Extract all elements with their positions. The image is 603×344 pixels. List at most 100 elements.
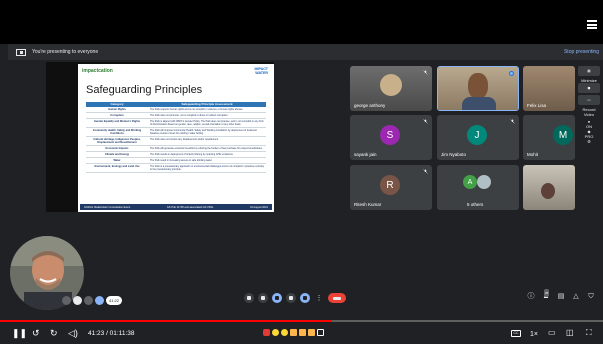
thumbs-up-emoji-icon[interactable]: [299, 329, 306, 336]
theater-icon[interactable]: ◫: [566, 328, 574, 338]
reactions-bar: [263, 329, 324, 336]
forward-icon[interactable]: ↻: [50, 328, 58, 338]
participant-tile-jim-nyaboto[interactable]: J Jim Nyaboto: [437, 115, 519, 160]
self-view-controls: 41:22: [62, 296, 123, 305]
shield-icon[interactable]: ⛉: [587, 293, 595, 301]
participant-tile-george-anthony[interactable]: george anthony: [350, 66, 432, 111]
avatar: J: [467, 125, 487, 145]
row-category: Environment, Ecology and Land Use: [94, 165, 140, 168]
participant-name: sayank jain: [354, 152, 377, 157]
impactcation-logo: impactcation: [82, 68, 113, 74]
side-panel: ▦ Minimize ◼ ▭ Record Video ● ON ◆ PRO ⚙: [575, 66, 603, 214]
mic-muted-icon: [423, 70, 428, 75]
miniplayer-icon[interactable]: ▭: [548, 328, 556, 338]
row-category: Human Rights: [108, 108, 126, 111]
slide: impactcation IMPACT WATER Safeguarding P…: [78, 64, 274, 212]
participant-name: Ritesh Kumar: [354, 202, 382, 207]
self-camera-icon[interactable]: [73, 296, 82, 305]
row-category: Cultural Heritage, Indigenous Peoples, D…: [93, 138, 141, 144]
volume-icon[interactable]: ◁): [68, 328, 78, 338]
footer-mid: GS Pub 11705 and associated GS VPAs: [166, 205, 214, 209]
more-options-icon[interactable]: ⋮: [314, 293, 324, 303]
fullscreen-icon[interactable]: ⛶: [586, 328, 592, 338]
row-category: Community Health, Safety and Working Con…: [92, 129, 142, 135]
clap-emoji-icon[interactable]: [290, 329, 297, 336]
logo-line-2: WATER: [255, 71, 268, 75]
present-now-icon[interactable]: [300, 293, 310, 303]
surprised-emoji-icon[interactable]: [281, 329, 288, 336]
table-row: Community Health, Safety and Working Con…: [86, 128, 266, 137]
presenting-text: You're presenting to everyone: [32, 49, 99, 55]
avatar: S: [380, 125, 400, 145]
chat-icon[interactable]: ◼: [578, 83, 600, 93]
raise-hand-icon[interactable]: [286, 293, 296, 303]
grid-icon[interactable]: ▦: [578, 66, 600, 76]
pause-icon[interactable]: ❚❚: [12, 328, 27, 338]
participant-name: Mohit: [527, 152, 539, 157]
stop-presenting-button[interactable]: Stop presenting: [564, 49, 599, 55]
row-assessment: The Park is a precautionary approach on …: [150, 165, 265, 171]
participant-tile-sayank-jain[interactable]: S sayank jain: [350, 115, 432, 160]
self-check-icon[interactable]: [95, 296, 104, 305]
row-category: Water: [113, 159, 121, 162]
row-assessment: The Park will improve Community Health, …: [150, 129, 257, 135]
info-icon[interactable]: ⓘ: [527, 293, 535, 301]
mic-muted-icon: [423, 119, 428, 124]
leave-call-button[interactable]: [328, 293, 346, 303]
captions-icon[interactable]: [272, 293, 282, 303]
slide-title: Safeguarding Principles: [86, 84, 203, 96]
avatar: R: [380, 175, 400, 195]
row-assessment: The Park result in increasing access to …: [150, 159, 213, 162]
hamburger-menu-icon[interactable]: [587, 20, 597, 29]
self-view-label: GO: [14, 296, 21, 301]
mic-icon[interactable]: [244, 293, 254, 303]
participant-tile-active-speaker[interactable]: [437, 66, 519, 111]
table-row: Environment, Ecology and Land Use The Par…: [86, 164, 266, 173]
people-count-badge: 25: [544, 289, 550, 297]
table-row: Gender Equality and Women's Rights The Pa…: [86, 119, 266, 128]
avatar: A: [463, 175, 477, 189]
row-assessment: The Park does not involve any displaceme…: [150, 138, 219, 141]
row-assessment: The Park does not promote, nor is compli…: [150, 114, 229, 117]
participant-tile-mohit[interactable]: M Mohit: [523, 115, 575, 160]
laugh-emoji-icon[interactable]: [272, 329, 279, 336]
top-bar: [0, 0, 603, 44]
avatar: [380, 74, 402, 96]
presenting-banner: You're presenting to everyone Stop prese…: [8, 44, 603, 60]
meet-controls: ⋮: [244, 293, 346, 303]
heart-emoji-icon[interactable]: [263, 329, 270, 336]
row-assessment: The Park is aligned with IDWC's Gender P…: [150, 120, 264, 126]
participant-name: 5 others: [467, 202, 484, 207]
rewind-icon[interactable]: ↺: [32, 328, 40, 338]
reaction-bubble-icon[interactable]: [317, 329, 324, 336]
self-timer: 41:22: [106, 296, 123, 305]
camera-toggle-icon[interactable]: [258, 293, 268, 303]
participant-tile-video[interactable]: [523, 165, 575, 210]
participant-body: [462, 97, 496, 110]
row-assessment: The Park respects human rights and is no…: [150, 108, 244, 111]
self-pause-icon[interactable]: [84, 296, 93, 305]
participant-tile-others[interactable]: A 5 others: [437, 165, 519, 210]
meet-right-icons: ⓘ ♟25 ▤ △ ⛉: [527, 289, 595, 301]
participant-tile-felix-lisa[interactable]: Felix Lisa: [523, 66, 575, 111]
footer-left: GS4GG Stakeholder Consultation Event: [84, 205, 131, 209]
self-mic-icon[interactable]: [62, 296, 71, 305]
settings-icon[interactable]: ⚙: [575, 139, 603, 144]
video-frame: You're presenting to everyone Stop prese…: [0, 0, 603, 344]
playback-speed[interactable]: 1×: [530, 330, 538, 340]
activities-icon[interactable]: △: [572, 293, 580, 301]
row-category: Economic Impacts: [105, 147, 129, 150]
camera-icon[interactable]: ▭: [578, 95, 600, 105]
people-icon[interactable]: ♟25: [542, 289, 550, 301]
chat-bubble-icon[interactable]: ▤: [557, 293, 565, 301]
avatar: M: [553, 125, 573, 145]
table-row: Cultural Heritage, Indigenous Peoples, D…: [86, 137, 266, 146]
slide-footer: GS4GG Stakeholder Consultation Event GS …: [80, 204, 272, 210]
row-assessment: The Park results in deployment of Gravit…: [150, 153, 234, 156]
record-video-label-2[interactable]: Video: [575, 112, 603, 117]
footer-right: 31 August 2021: [249, 205, 268, 209]
captions-button-icon[interactable]: CC: [511, 330, 521, 337]
participant-name: george anthony: [354, 103, 386, 108]
participant-tile-ritesh-kumar[interactable]: R Ritesh Kumar: [350, 165, 432, 210]
thumbs-down-emoji-icon[interactable]: [308, 329, 315, 336]
